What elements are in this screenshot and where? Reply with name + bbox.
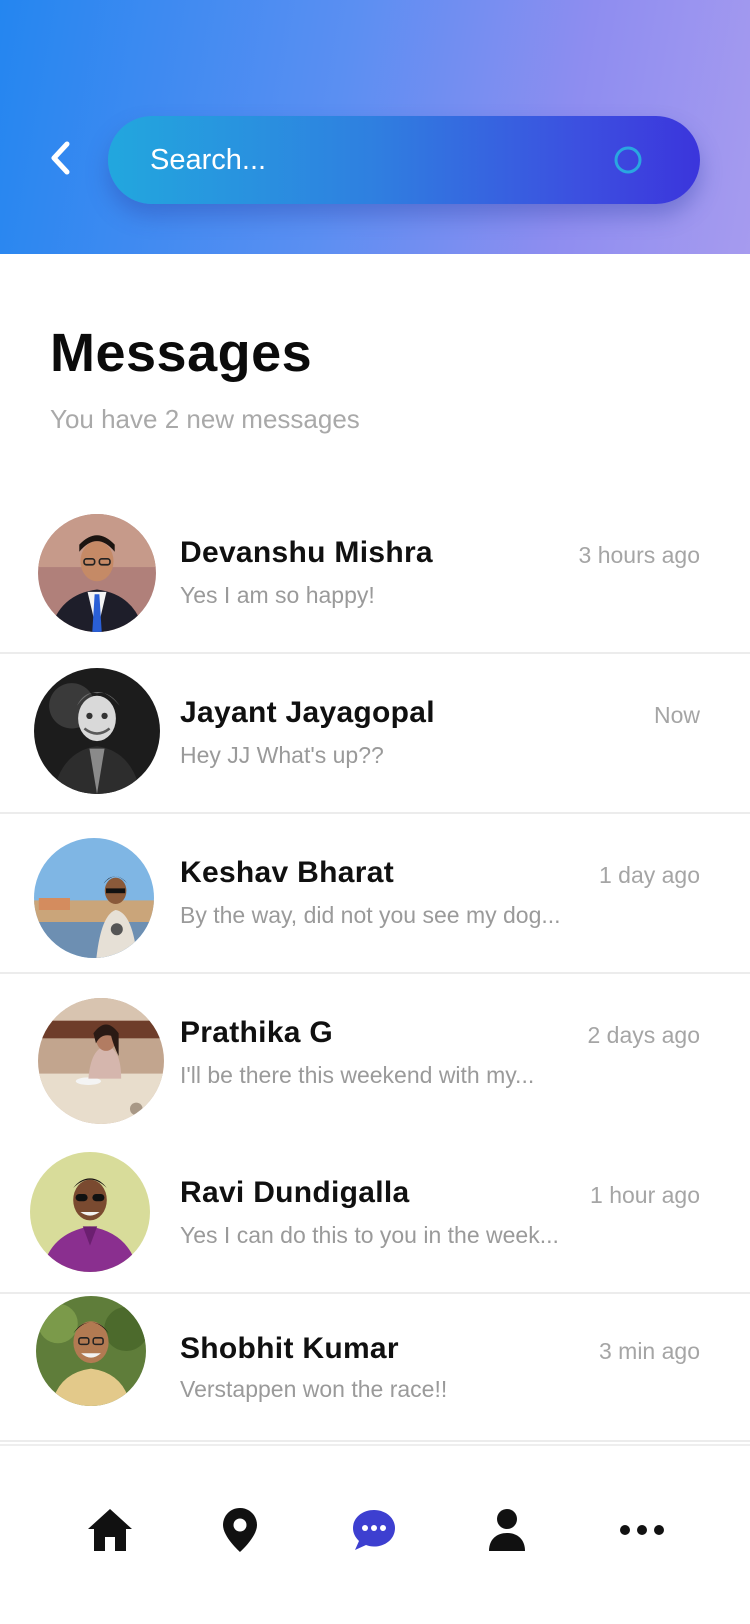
message-preview: Yes I am so happy! — [180, 582, 375, 608]
user-icon — [487, 1507, 527, 1558]
message-preview: By the way, did not you see my dog... — [180, 902, 561, 928]
avatar — [34, 838, 154, 958]
nav-more[interactable] — [612, 1502, 672, 1562]
message-time: 1 day ago — [598, 862, 700, 888]
message-preview: Hey JJ What's up?? — [180, 742, 384, 768]
nav-messages[interactable] — [344, 1502, 404, 1562]
chat-icon — [350, 1508, 398, 1557]
message-preview: I'll be there this weekend with my... — [180, 1062, 535, 1088]
conversation-row[interactable]: Devanshu Mishra Yes I am so happy! 3 hou… — [0, 494, 750, 654]
location-pin-icon — [221, 1507, 259, 1558]
message-time: 3 min ago — [598, 1338, 700, 1364]
message-preview: Verstappen won the race!! — [180, 1376, 448, 1402]
conversation-row[interactable]: Jayant Jayagopal Hey JJ What's up?? Now — [0, 654, 750, 814]
contact-name: Jayant Jayagopal — [180, 696, 435, 729]
message-time: 1 hour ago — [590, 1182, 700, 1208]
search-input[interactable] — [150, 116, 612, 204]
message-time: 3 hours ago — [578, 542, 700, 568]
nav-home[interactable] — [80, 1502, 140, 1562]
more-icon — [619, 1523, 665, 1541]
avatar — [36, 1296, 146, 1406]
avatar — [38, 514, 156, 632]
message-time: Now — [653, 702, 700, 728]
back-button[interactable] — [36, 134, 84, 186]
page-title: Messages — [50, 323, 313, 383]
contact-name: Keshav Bharat — [180, 856, 394, 889]
nav-profile[interactable] — [477, 1502, 537, 1562]
loading-spinner-icon — [612, 144, 644, 176]
nav-location[interactable] — [210, 1502, 270, 1562]
avatar — [30, 1152, 150, 1272]
contact-name: Ravi Dundigalla — [180, 1176, 410, 1209]
header — [0, 0, 750, 254]
home-icon — [86, 1507, 134, 1558]
contact-name: Shobhit Kumar — [180, 1332, 399, 1365]
message-preview: Yes I can do this to you in the week... — [180, 1222, 559, 1248]
bottom-nav — [0, 1444, 750, 1624]
chevron-left-icon — [49, 141, 71, 180]
page-subtitle: You have 2 new messages — [50, 404, 360, 434]
conversation-list: Devanshu Mishra Yes I am so happy! 3 hou… — [0, 494, 750, 1442]
contact-name: Devanshu Mishra — [180, 536, 433, 569]
message-time: 2 days ago — [587, 1022, 700, 1048]
conversation-row[interactable]: Ravi Dundigalla Yes I can do this to you… — [0, 1134, 750, 1294]
avatar — [38, 998, 164, 1124]
avatar — [34, 668, 160, 794]
conversation-row[interactable]: Prathika G I'll be there this weekend wi… — [0, 974, 750, 1134]
conversation-row[interactable]: Keshav Bharat By the way, did not you se… — [0, 814, 750, 974]
search-bar[interactable] — [108, 116, 700, 204]
contact-name: Prathika G — [180, 1016, 334, 1049]
conversation-row[interactable]: Shobhit Kumar Verstappen won the race!! … — [0, 1294, 750, 1442]
